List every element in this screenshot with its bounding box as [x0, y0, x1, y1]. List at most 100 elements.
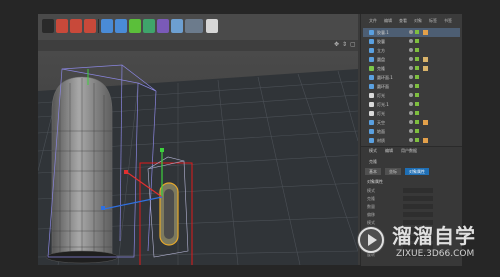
- object-row[interactable]: 克隆: [363, 64, 460, 73]
- object-row[interactable]: 地面: [363, 127, 460, 136]
- object-icon: [369, 75, 374, 80]
- object-icon: [369, 84, 374, 89]
- object-row[interactable]: 灯光: [363, 91, 460, 100]
- menu-tags[interactable]: 标签: [429, 18, 437, 24]
- object-row[interactable]: 灯光: [363, 109, 460, 118]
- attr-tab-mode[interactable]: 模式: [369, 148, 377, 154]
- menu-file[interactable]: 文件: [369, 18, 377, 24]
- visibility-dot-icon[interactable]: [409, 75, 413, 79]
- render-settings-icon[interactable]: [84, 19, 96, 33]
- object-icon: [369, 138, 374, 143]
- attribute-field[interactable]: [403, 188, 433, 193]
- attr-tab-edit[interactable]: 编辑: [385, 148, 393, 154]
- enabled-check-icon[interactable]: [415, 102, 419, 106]
- render-picture-viewer-icon[interactable]: [70, 19, 82, 33]
- object-manager-menubar: 文件 编辑 查看 对象 标签 书签: [361, 18, 462, 26]
- watermark-title: 溜溜自学: [392, 224, 476, 248]
- object-row[interactable]: 圆环面.1: [363, 73, 460, 82]
- light-icon[interactable]: [206, 19, 218, 33]
- visibility-dot-icon[interactable]: [409, 111, 413, 115]
- visibility-dot-icon[interactable]: [409, 102, 413, 106]
- enabled-check-icon[interactable]: [415, 57, 419, 61]
- enabled-check-icon[interactable]: [415, 93, 419, 97]
- array-generator-icon[interactable]: [143, 19, 155, 33]
- subdivision-generator-icon[interactable]: [129, 19, 141, 33]
- light-object-icon: [369, 93, 374, 98]
- scene-floor-icon[interactable]: [171, 19, 183, 33]
- menu-view[interactable]: 查看: [399, 18, 407, 24]
- camera-icon[interactable]: [185, 19, 203, 33]
- pen-spline-icon[interactable]: [115, 19, 127, 33]
- object-icon: [369, 48, 374, 53]
- play-logo-icon: [357, 226, 385, 254]
- menu-bookmarks[interactable]: 书签: [444, 18, 452, 24]
- cube-primitive-icon[interactable]: [101, 19, 113, 33]
- object-label: 灯光.1: [377, 102, 389, 107]
- object-label: 胶囊: [377, 39, 385, 44]
- move-view-icon[interactable]: ✥: [334, 42, 340, 48]
- material-tag-icon[interactable]: [423, 30, 428, 35]
- object-icon: [369, 120, 374, 125]
- object-row[interactable]: 胶囊: [363, 37, 460, 46]
- visibility-dot-icon[interactable]: [409, 57, 413, 61]
- visibility-dot-icon[interactable]: [409, 138, 413, 142]
- enabled-check-icon[interactable]: [415, 30, 419, 34]
- object-row[interactable]: 圆盘: [363, 55, 460, 64]
- attribute-field[interactable]: [403, 204, 433, 209]
- enabled-check-icon[interactable]: [415, 75, 419, 79]
- visibility-dot-icon[interactable]: [409, 30, 413, 34]
- visibility-dot-icon[interactable]: [409, 39, 413, 43]
- capsule-object[interactable]: [45, 76, 119, 264]
- subtab-object[interactable]: 对象属性: [405, 168, 429, 175]
- visibility-dot-icon[interactable]: [409, 48, 413, 52]
- attribute-row[interactable]: 模式: [367, 187, 457, 194]
- object-row[interactable]: 天空: [363, 118, 460, 127]
- attribute-row[interactable]: 克隆: [367, 195, 457, 202]
- object-icon: [369, 30, 374, 35]
- deformer-icon[interactable]: [157, 19, 169, 33]
- checker-tag-icon[interactable]: [423, 66, 428, 71]
- main-toolbar: [38, 14, 358, 41]
- enabled-check-icon[interactable]: [415, 66, 419, 70]
- viewport-canvas[interactable]: [38, 51, 358, 265]
- perspective-viewport[interactable]: [38, 51, 358, 265]
- enabled-check-icon[interactable]: [415, 120, 419, 124]
- enabled-check-icon[interactable]: [415, 48, 419, 52]
- visibility-dot-icon[interactable]: [409, 120, 413, 124]
- enabled-check-icon[interactable]: [415, 138, 419, 142]
- maximize-view-icon[interactable]: ▢: [350, 42, 356, 48]
- object-label: 天空: [377, 120, 385, 125]
- visibility-dot-icon[interactable]: [409, 93, 413, 97]
- menu-objects[interactable]: 对象: [414, 18, 422, 24]
- material-tag-icon[interactable]: [423, 120, 428, 125]
- undo-icon[interactable]: [42, 19, 54, 33]
- object-row[interactable]: 灯光.1: [363, 100, 460, 109]
- visibility-dot-icon[interactable]: [409, 129, 413, 133]
- object-row[interactable]: 胶囊.1: [363, 28, 460, 37]
- section-header: 对象属性: [367, 179, 383, 184]
- checker-tag-icon[interactable]: [423, 57, 428, 62]
- subtab-basic[interactable]: 基本: [365, 168, 381, 175]
- object-row[interactable]: 圆环面: [363, 82, 460, 91]
- zoom-view-icon[interactable]: ⇕: [342, 42, 348, 48]
- enabled-check-icon[interactable]: [415, 39, 419, 43]
- visibility-dot-icon[interactable]: [409, 66, 413, 70]
- attribute-label: 克隆: [367, 196, 375, 201]
- enabled-check-icon[interactable]: [415, 111, 419, 115]
- enabled-check-icon[interactable]: [415, 84, 419, 88]
- menu-edit[interactable]: 编辑: [384, 18, 392, 24]
- render-view-icon[interactable]: [56, 19, 68, 33]
- attribute-row[interactable]: 数量: [367, 203, 457, 210]
- subtab-coord[interactable]: 坐标: [385, 168, 401, 175]
- attr-tab-userdata[interactable]: 用户数据: [401, 148, 417, 154]
- enabled-check-icon[interactable]: [415, 129, 419, 133]
- object-row[interactable]: 立方: [363, 46, 460, 55]
- object-row[interactable]: 材质: [363, 136, 460, 145]
- object-label: 灯光: [377, 93, 385, 98]
- attribute-field[interactable]: [403, 196, 433, 201]
- object-label: 圆盘: [377, 57, 385, 62]
- attribute-label: 模式: [367, 188, 375, 193]
- visibility-dot-icon[interactable]: [409, 84, 413, 88]
- toolbar-divider: [98, 19, 99, 33]
- material-tag-icon[interactable]: [423, 138, 428, 143]
